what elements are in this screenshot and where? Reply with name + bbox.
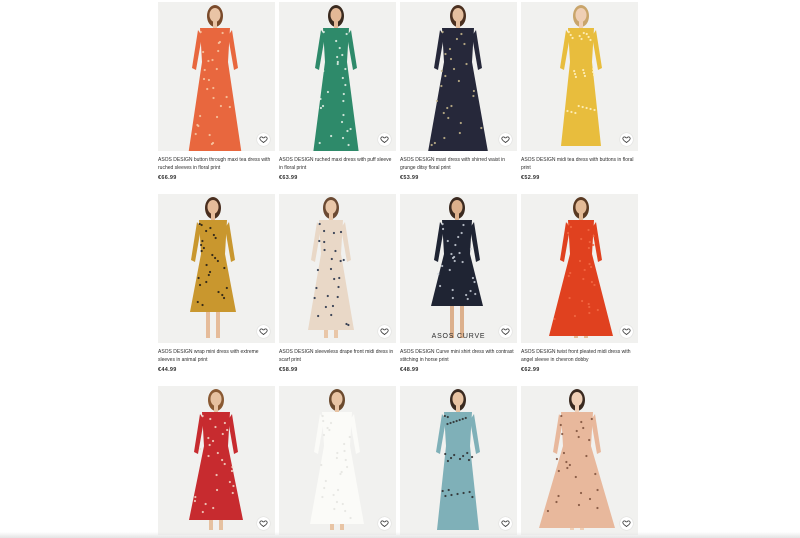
product-card[interactable] bbox=[521, 386, 638, 536]
heart-icon[interactable] bbox=[257, 517, 270, 530]
product-title[interactable]: ASOS DESIGN button through maxi tea dres… bbox=[158, 156, 275, 172]
product-image[interactable] bbox=[158, 386, 275, 535]
heart-icon[interactable] bbox=[257, 325, 270, 338]
product-card[interactable]: ASOS DESIGN twist front pleated midi dre… bbox=[521, 194, 638, 386]
heart-icon[interactable] bbox=[257, 133, 270, 146]
product-price: €63.99 bbox=[279, 175, 298, 181]
product-title[interactable]: ASOS DESIGN Curve mini shirt dress with … bbox=[400, 348, 517, 364]
model-illustration bbox=[190, 197, 236, 338]
model-illustration bbox=[310, 389, 364, 530]
model-illustration bbox=[549, 197, 613, 338]
heart-icon[interactable] bbox=[378, 517, 391, 530]
heart-icon[interactable] bbox=[499, 133, 512, 146]
heart-icon[interactable] bbox=[499, 325, 512, 338]
product-title[interactable]: ASOS DESIGN wrap mini dress with extreme… bbox=[158, 348, 275, 364]
model-illustration bbox=[560, 5, 602, 146]
product-price: €48.99 bbox=[400, 367, 419, 373]
product-title[interactable]: ASOS DESIGN ruched maxi dress with puff … bbox=[279, 156, 396, 172]
product-image[interactable] bbox=[521, 2, 638, 151]
heart-icon[interactable] bbox=[378, 325, 391, 338]
product-image[interactable] bbox=[158, 194, 275, 343]
product-image[interactable] bbox=[279, 2, 396, 151]
product-image[interactable] bbox=[521, 194, 638, 343]
model-illustration bbox=[539, 389, 615, 530]
product-card[interactable]: ASOS DESIGN wrap mini dress with extreme… bbox=[158, 194, 275, 386]
product-card[interactable]: ASOS DESIGN sleeveless drape front midi … bbox=[279, 194, 396, 386]
product-image[interactable] bbox=[521, 386, 638, 535]
product-image[interactable]: ASOS CURVE bbox=[400, 194, 517, 343]
product-image[interactable] bbox=[400, 386, 517, 535]
heart-icon[interactable] bbox=[620, 325, 633, 338]
product-image[interactable] bbox=[279, 386, 396, 535]
product-price: €52.99 bbox=[521, 175, 540, 181]
product-image[interactable] bbox=[279, 194, 396, 343]
model-illustration bbox=[428, 5, 488, 151]
heart-icon[interactable] bbox=[620, 133, 633, 146]
product-title[interactable]: ASOS DESIGN maxi dress with shirred wais… bbox=[400, 156, 517, 172]
product-image[interactable] bbox=[400, 2, 517, 151]
model-illustration bbox=[188, 5, 242, 151]
product-title[interactable]: ASOS DESIGN midi tea dress with buttons … bbox=[521, 156, 638, 172]
model-illustration bbox=[308, 197, 354, 338]
heart-icon[interactable] bbox=[499, 517, 512, 530]
bottom-scroll-shadow bbox=[0, 532, 800, 538]
product-grid: ASOS DESIGN button through maxi tea dres… bbox=[158, 2, 640, 536]
product-card[interactable]: ASOS DESIGN maxi dress with shirred wais… bbox=[400, 2, 517, 194]
product-price: €58.99 bbox=[279, 367, 298, 373]
product-card[interactable]: ASOS DESIGN button through maxi tea dres… bbox=[158, 2, 275, 194]
product-card[interactable] bbox=[158, 386, 275, 536]
product-price: €44.99 bbox=[158, 367, 177, 373]
model-illustration bbox=[189, 389, 243, 530]
product-title[interactable]: ASOS DESIGN sleeveless drape front midi … bbox=[279, 348, 396, 364]
product-card[interactable] bbox=[400, 386, 517, 536]
product-card[interactable]: ASOS CURVE ASOS DESIGN Curve mini shirt d… bbox=[400, 194, 517, 386]
heart-icon[interactable] bbox=[378, 133, 391, 146]
product-price: €62.99 bbox=[521, 367, 540, 373]
product-card[interactable]: ASOS DESIGN ruched maxi dress with puff … bbox=[279, 2, 396, 194]
product-card[interactable] bbox=[279, 386, 396, 536]
product-price: €66.99 bbox=[158, 175, 177, 181]
model-illustration bbox=[436, 389, 480, 530]
product-card[interactable]: ASOS DESIGN midi tea dress with buttons … bbox=[521, 2, 638, 194]
heart-icon[interactable] bbox=[620, 517, 633, 530]
model-illustration bbox=[313, 5, 359, 151]
product-image[interactable] bbox=[158, 2, 275, 151]
model-illustration bbox=[431, 197, 483, 338]
product-price: €53.99 bbox=[400, 175, 419, 181]
product-title[interactable]: ASOS DESIGN twist front pleated midi dre… bbox=[521, 348, 638, 364]
